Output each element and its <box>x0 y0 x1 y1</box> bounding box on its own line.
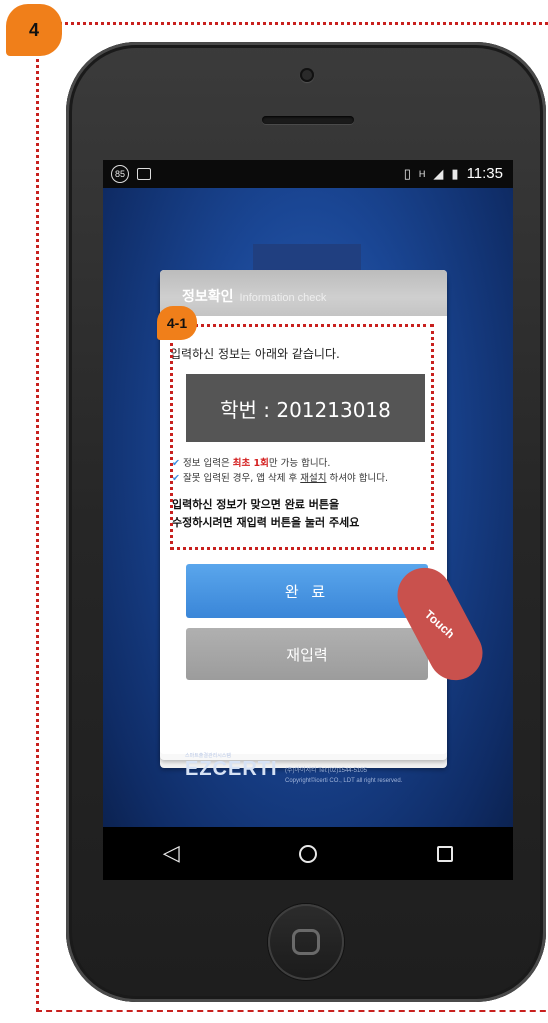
brand-name: EZCERTI <box>185 758 278 780</box>
notification-count-icon: 85 <box>111 165 129 183</box>
dialog-title-ko: 정보확인 <box>182 289 234 305</box>
footer-info: (주)아이서티 Tel:(02)1544-5105 Copyright©icer… <box>285 766 402 786</box>
step-badge: 4 <box>6 4 62 56</box>
confirm-button[interactable]: 완 료 <box>186 564 428 618</box>
highlight-annotation-box <box>170 324 434 550</box>
touch-label: Touch <box>422 607 458 641</box>
dialog-header: 정보확인 Information check <box>160 270 447 316</box>
home-button-icon <box>292 929 320 955</box>
footer-logo: 스마트출결관리시스템 EZCERTI <box>185 753 278 781</box>
home-icon[interactable] <box>299 844 318 863</box>
status-bar: 85 ▯ H ◢ ▮ 11:35 <box>103 160 513 188</box>
dialog-title: 정보확인 Information check <box>182 286 326 306</box>
reenter-button[interactable]: 재입력 <box>186 628 428 680</box>
signal-type-label: H <box>418 168 426 179</box>
vibrate-icon: ▯ <box>403 165 411 181</box>
signal-icon: ◢ <box>433 165 444 181</box>
front-camera-icon <box>300 68 314 82</box>
speaker-grille <box>262 116 354 124</box>
sub-step-badge: 4-1 <box>157 306 197 340</box>
copyright-text: Copyright©icerti CO., LDT all right rese… <box>285 778 403 784</box>
home-button[interactable] <box>268 904 344 980</box>
android-nav-bar: ◁ <box>103 827 513 880</box>
background-tab <box>253 244 361 272</box>
image-notification-icon <box>137 168 151 180</box>
battery-icon: ▮ <box>451 165 459 181</box>
back-icon[interactable]: ◁ <box>163 841 180 866</box>
dialog-title-en: Information check <box>239 292 327 304</box>
brand-tagline: 스마트출결관리시스템 <box>185 753 232 759</box>
clock: 11:35 <box>466 165 503 182</box>
phone-screen: 85 ▯ H ◢ ▮ 11:35 정보확인 Information check 입… <box>103 160 513 880</box>
company-info: (주)아이서티 Tel:(02)1544-5105 <box>285 768 367 774</box>
recents-icon[interactable] <box>437 845 454 862</box>
